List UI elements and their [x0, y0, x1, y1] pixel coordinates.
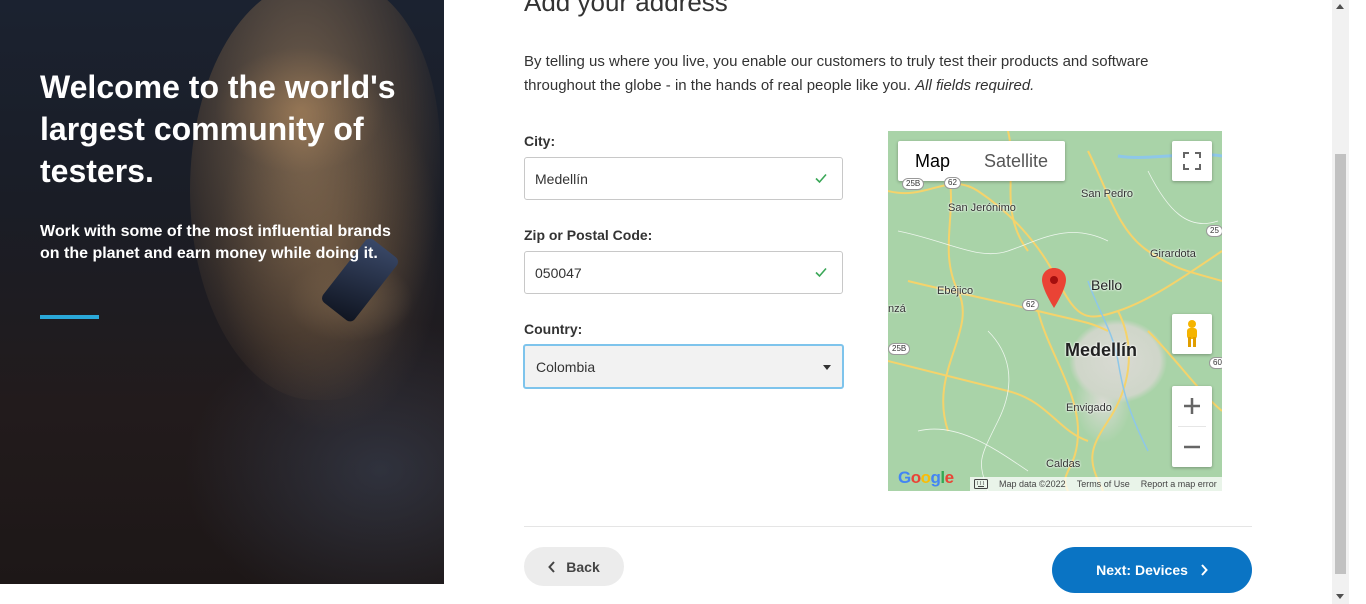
- street-view-button[interactable]: [1172, 314, 1212, 354]
- route-shield: 60: [1209, 357, 1222, 369]
- fullscreen-icon: [1183, 152, 1201, 170]
- terms-of-use-link[interactable]: Terms of Use: [1077, 479, 1130, 489]
- route-shield: 25B: [888, 343, 911, 355]
- back-button[interactable]: Back: [524, 547, 624, 586]
- plus-icon: [1184, 398, 1200, 414]
- route-shield: 25B: [902, 178, 925, 190]
- chevron-down-icon: [823, 365, 831, 370]
- zip-input[interactable]: [525, 252, 795, 293]
- map-attribution-bar: Map data ©2022 Terms of Use Report a map…: [970, 477, 1222, 491]
- country-label: Country:: [524, 321, 583, 337]
- back-button-label: Back: [566, 558, 600, 575]
- map-label-san-pedro: San Pedro: [1081, 188, 1133, 200]
- scroll-down-arrow-icon[interactable]: [1336, 594, 1344, 599]
- city-input[interactable]: [525, 158, 795, 199]
- map-label-bello: Bello: [1091, 277, 1123, 293]
- intro-text: By telling us where you live, you enable…: [524, 50, 1224, 98]
- check-icon: [815, 173, 827, 184]
- chevron-left-icon: [548, 560, 556, 573]
- zoom-in-button[interactable]: [1172, 386, 1212, 426]
- hero-accent-rule: [40, 315, 99, 319]
- google-logo[interactable]: Google: [898, 468, 954, 488]
- zip-label: Zip or Postal Code:: [524, 227, 653, 243]
- minus-icon: [1184, 445, 1200, 449]
- form-divider: [524, 526, 1252, 527]
- map-label-envigado: Envigado: [1066, 402, 1112, 414]
- map-data-text: Map data ©2022: [999, 479, 1066, 489]
- map-label-girardota: Girardota: [1150, 248, 1196, 260]
- map-type-toggle: Map Satellite: [898, 141, 1066, 181]
- intro-body: By telling us where you live, you enable…: [524, 53, 1149, 94]
- hero-subtitle: Work with some of the most influential b…: [40, 223, 391, 262]
- zoom-out-button[interactable]: [1172, 427, 1212, 467]
- chevron-right-icon: [1201, 564, 1208, 576]
- map-type-map-button[interactable]: Map: [898, 141, 967, 181]
- zip-field[interactable]: [524, 251, 843, 294]
- scrollbar-thumb[interactable]: [1335, 154, 1346, 574]
- map-label-caldas: Caldas: [1046, 458, 1081, 470]
- city-field[interactable]: [524, 157, 843, 200]
- route-shield: 62: [1022, 299, 1039, 311]
- intro-note: All fields required.: [915, 77, 1035, 94]
- map-label-anza: nzá: [888, 303, 906, 315]
- scroll-up-arrow-icon[interactable]: [1336, 4, 1344, 9]
- map-type-satellite-button[interactable]: Satellite: [967, 141, 1065, 181]
- map-label-ebejico: Ebéjico: [937, 285, 974, 297]
- hero-photo: [190, 0, 440, 400]
- location-map[interactable]: Map Satellite San Jerónimo San Pedro Gir…: [888, 131, 1222, 491]
- city-label: City:: [524, 133, 556, 149]
- page: Welcome to the world's largest community…: [0, 0, 1366, 604]
- next-devices-button[interactable]: Next: Devices: [1052, 547, 1252, 593]
- report-map-error-link[interactable]: Report a map error: [1141, 479, 1217, 489]
- zoom-control: [1172, 386, 1212, 467]
- check-icon: [815, 267, 827, 278]
- pegman-icon: [1187, 320, 1197, 347]
- hero-panel: Welcome to the world's largest community…: [0, 0, 444, 584]
- location-pin-icon: [1042, 268, 1066, 308]
- keyboard-icon[interactable]: [974, 479, 988, 489]
- next-button-label: Next: Devices: [1096, 562, 1188, 578]
- country-selected-value: Colombia: [536, 359, 596, 375]
- page-title: Add your address: [524, 0, 728, 17]
- map-label-medellin: Medellín: [1065, 340, 1138, 360]
- country-select[interactable]: Colombia: [523, 344, 844, 389]
- route-shield: 25: [1206, 225, 1222, 237]
- map-label-san-jeronimo: San Jerónimo: [948, 202, 1016, 214]
- route-shield: 62: [944, 177, 961, 189]
- fullscreen-button[interactable]: [1172, 141, 1212, 181]
- hero-title: Welcome to the world's largest community…: [40, 69, 396, 189]
